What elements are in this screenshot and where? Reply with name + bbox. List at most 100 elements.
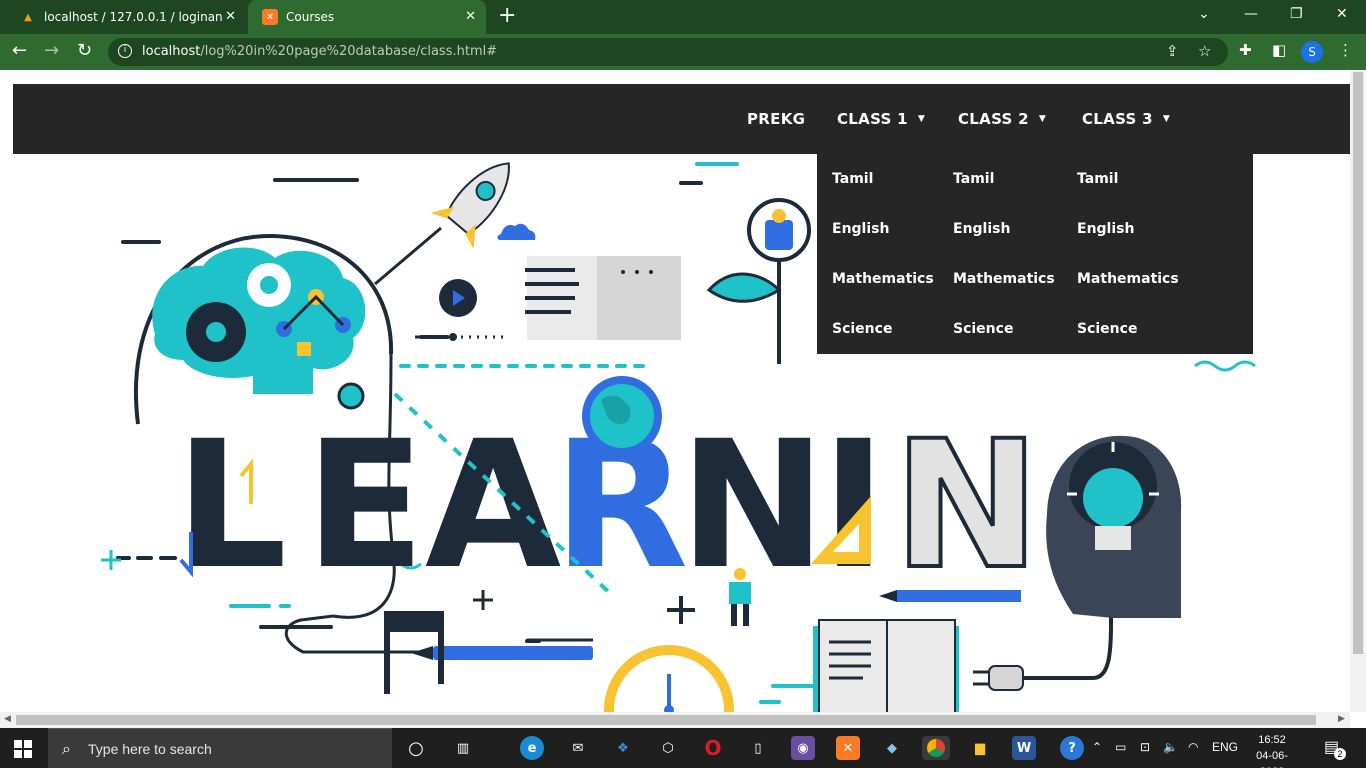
site-info-icon[interactable]: i (118, 44, 132, 58)
dropdown-class-2: Tamil English Mathematics Science (938, 154, 1062, 354)
dropdown-item-mathematics[interactable]: Mathematics (832, 271, 934, 287)
nav-label: CLASS 1 (837, 110, 908, 128)
menu-kebab-icon[interactable]: ⋮ (1338, 43, 1353, 58)
dropdown-item-science[interactable]: Science (832, 321, 892, 337)
task-view-icon[interactable]: ▥ (451, 736, 475, 760)
minimize-button[interactable]: — (1244, 6, 1258, 22)
address-bar[interactable]: i localhost/log%20in%20page%20database/c… (108, 38, 1228, 66)
search-icon: ⌕ (62, 739, 71, 758)
extensions-icon[interactable]: ✚ (1239, 43, 1252, 58)
hero-letter: A (425, 403, 561, 608)
hero-letter: I (821, 403, 886, 608)
browser-toolbar: ← → ↻ i localhost/log%20in%20page%20data… (0, 34, 1366, 70)
search-placeholder: Type here to search (88, 741, 212, 757)
close-tab-icon[interactable]: ✕ (465, 9, 476, 24)
dropdown-item-english[interactable]: English (1077, 221, 1134, 237)
nav-label: CLASS 3 (1082, 110, 1153, 128)
windows-taskbar: ⌕ Type here to search ○ ▥ e ✉ ❖ ⬡ O ▯ ◉ … (0, 728, 1366, 778)
dropdown-item-english[interactable]: English (832, 221, 889, 237)
chrome-icon[interactable] (922, 736, 950, 760)
dropdown-item-mathematics[interactable]: Mathematics (1077, 271, 1179, 287)
profile-avatar[interactable]: S (1301, 41, 1323, 63)
battery-icon[interactable]: ▭ (1115, 740, 1126, 754)
forward-button[interactable]: → (44, 42, 59, 60)
nav-label: CLASS 2 (958, 110, 1029, 128)
hero-letter: L (175, 403, 287, 608)
taskbar-clock[interactable]: 16:52 04-06-2022 (1244, 732, 1300, 780)
cortana-icon[interactable]: ○ (404, 736, 428, 760)
dropdown-item-mathematics[interactable]: Mathematics (953, 271, 1055, 287)
scroll-thumb[interactable] (16, 715, 1316, 725)
app-icon[interactable]: ⬡ (656, 736, 680, 760)
clock-time: 16:52 (1258, 734, 1286, 746)
url-host: localhost (142, 44, 201, 59)
back-button[interactable]: ← (12, 42, 27, 60)
hero-letter: N (679, 403, 826, 608)
pen (433, 646, 593, 660)
browser-tab-strip: ▲ localhost / 127.0.0.1 / loginandre ✕ ✕… (0, 0, 1366, 34)
volume-icon[interactable]: 🔈 (1163, 740, 1178, 754)
notes-icon[interactable]: ◆ (880, 736, 904, 760)
media-app-icon[interactable]: ◉ (791, 736, 815, 760)
plug-icon (988, 665, 1024, 691)
close-window-button[interactable]: ✕ (1336, 6, 1348, 22)
nav-class-2[interactable]: CLASS 2 ▼ (958, 84, 1046, 154)
dropdown-class-3: Tamil English Mathematics Science (1062, 154, 1253, 354)
reload-button[interactable]: ↻ (77, 42, 92, 60)
network-icon[interactable]: ⊡ (1140, 740, 1150, 754)
tab-search-icon[interactable]: ⌄ (1198, 6, 1210, 22)
scroll-left-icon[interactable]: ◀ (4, 714, 11, 724)
mail-icon[interactable]: ✉ (566, 736, 590, 760)
scroll-right-icon[interactable]: ▶ (1338, 714, 1345, 724)
url-path: /log%20in%20page%20database/class.html# (200, 44, 498, 59)
lightbulb-icon (1083, 468, 1143, 528)
dropdown-item-tamil[interactable]: Tamil (953, 171, 994, 187)
notification-count-badge: 2 (1334, 748, 1346, 760)
nav-class-1[interactable]: CLASS 1 ▼ (837, 84, 925, 154)
nav-prekg[interactable]: PREKG (747, 84, 805, 154)
hero-letter: N (893, 403, 1040, 608)
tab-phpmyadmin[interactable]: ▲ localhost / 127.0.0.1 / loginandre ✕ (6, 0, 246, 34)
opera-icon[interactable]: O (701, 736, 725, 760)
share-icon[interactable]: ⇪ (1166, 44, 1179, 59)
dropdown-class-1: Tamil English Mathematics Science (817, 154, 941, 354)
side-panel-icon[interactable]: ◧ (1272, 43, 1286, 58)
dropdown-item-english[interactable]: English (953, 221, 1010, 237)
dropdown-item-tamil[interactable]: Tamil (832, 171, 873, 187)
clock-date: 04-06-2022 (1256, 750, 1288, 778)
taskbar-search-box[interactable]: ⌕ Type here to search (48, 728, 392, 768)
tab-courses[interactable]: ✕ Courses ✕ (248, 0, 486, 34)
restore-button[interactable]: ❐ (1290, 6, 1303, 22)
new-tab-button[interactable]: + (498, 5, 516, 27)
page-viewport: L E A R N I N PREKG CLASS 1 ▼ CLASS 2 ▼ … (0, 70, 1350, 712)
dropdown-item-science[interactable]: Science (953, 321, 1013, 337)
nav-class-3[interactable]: CLASS 3 ▼ (1082, 84, 1170, 154)
help-icon[interactable]: ? (1060, 736, 1084, 760)
dropdown-item-tamil[interactable]: Tamil (1077, 171, 1118, 187)
notepad-icon[interactable]: ▯ (746, 736, 770, 760)
xampp-icon[interactable]: ✕ (836, 736, 860, 760)
dropdown-item-science[interactable]: Science (1077, 321, 1137, 337)
caret-down-icon: ▼ (1162, 114, 1171, 124)
file-explorer-icon[interactable]: ▆ (968, 736, 992, 760)
tab-title: localhost / 127.0.0.1 / loginandre (44, 10, 222, 24)
hero-letter: E (305, 403, 425, 608)
scroll-thumb[interactable] (1353, 72, 1363, 654)
chevron-up-icon[interactable]: ⌃ (1092, 740, 1102, 754)
horizontal-scrollbar[interactable]: ◀ ▶ (0, 712, 1350, 728)
tab-title: Courses (286, 10, 335, 24)
xampp-icon: ✕ (262, 9, 278, 25)
site-navbar: PREKG CLASS 1 ▼ CLASS 2 ▼ CLASS 3 ▼ (13, 84, 1350, 154)
caret-down-icon: ▼ (1038, 114, 1047, 124)
bookmark-star-icon[interactable]: ☆ (1198, 44, 1211, 59)
wifi-icon[interactable]: ◠ (1188, 740, 1198, 754)
dropbox-icon[interactable]: ❖ (611, 736, 635, 760)
caret-down-icon: ▼ (917, 114, 926, 124)
url-text[interactable]: localhost/log%20in%20page%20database/cla… (142, 44, 497, 59)
vertical-scrollbar[interactable] (1350, 70, 1366, 712)
word-icon[interactable]: W (1012, 736, 1036, 760)
windows-start-icon[interactable] (14, 740, 32, 758)
edge-icon[interactable]: e (520, 736, 544, 760)
language-indicator[interactable]: ENG (1212, 740, 1238, 754)
close-tab-icon[interactable]: ✕ (225, 9, 236, 24)
